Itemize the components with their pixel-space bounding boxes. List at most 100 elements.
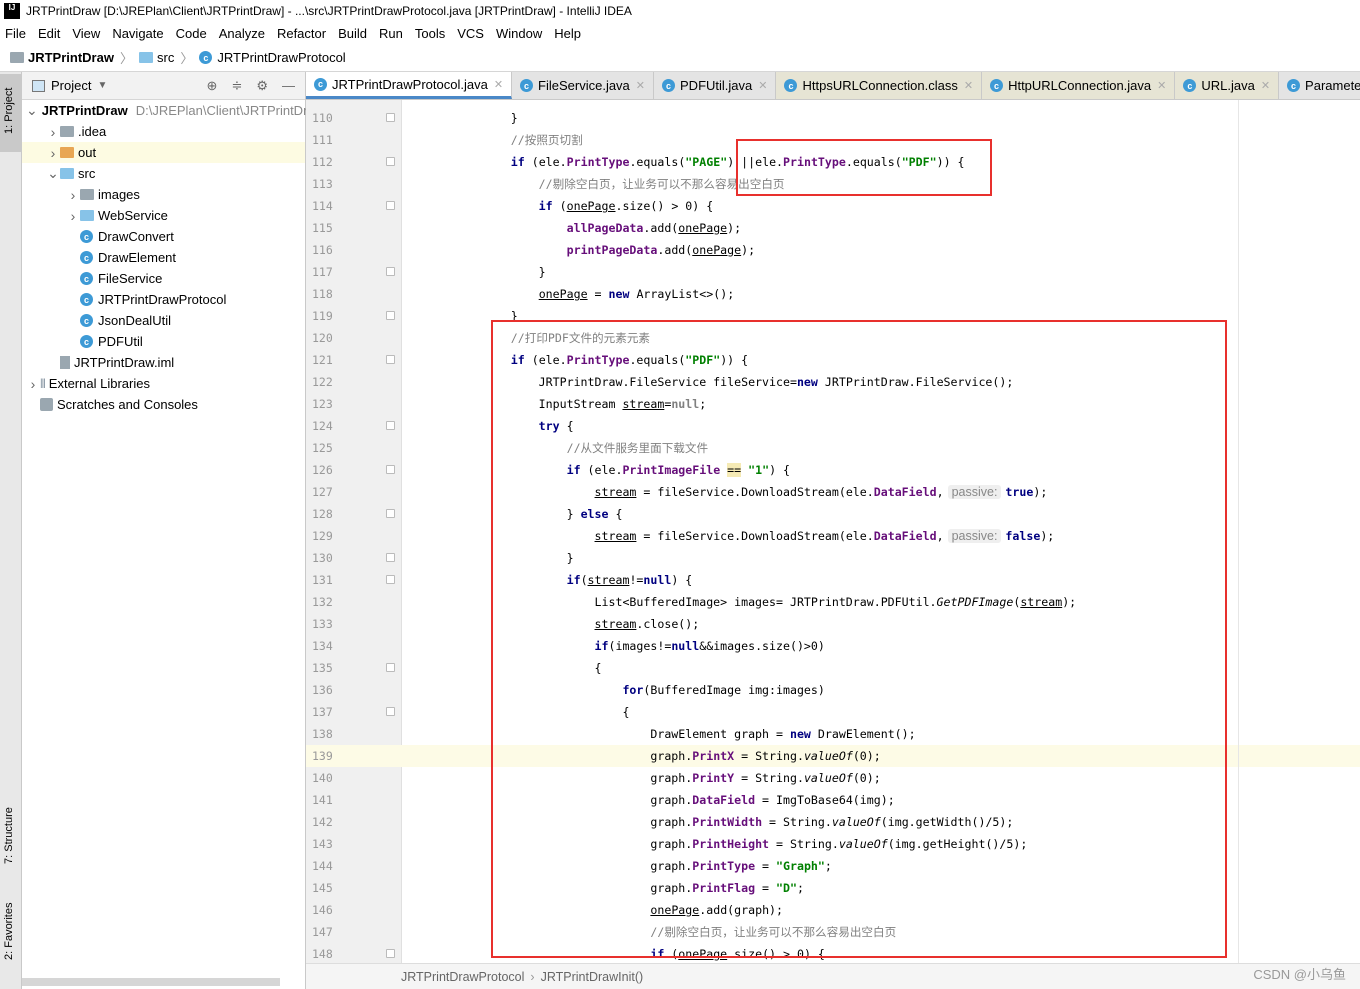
fold-marker-icon[interactable]	[386, 575, 395, 584]
tab-pdfutil-java[interactable]: c PDFUtil.java ✕	[654, 72, 777, 99]
tool-structure-label[interactable]: 7: Structure	[3, 807, 15, 864]
fold-marker-icon[interactable]	[386, 949, 395, 958]
tree-item-label: JRTPrintDraw	[41, 103, 128, 118]
fold-marker-icon[interactable]	[386, 465, 395, 474]
tree-item-label: out	[78, 145, 97, 160]
fold-marker-icon[interactable]	[386, 553, 395, 562]
tree-item-label: .idea	[78, 124, 107, 139]
tab-jrtprintdrawprotocol-java[interactable]: c JRTPrintDrawProtocol.java ✕	[306, 72, 513, 99]
tab-label: HttpsURLConnection.class	[802, 78, 958, 93]
folder-icon	[138, 52, 153, 63]
chevron-right-icon[interactable]: ›	[66, 208, 80, 224]
menu-window[interactable]: Window	[496, 26, 542, 41]
tab-httpurlconnection-java[interactable]: c HttpURLConnection.java ✕	[982, 72, 1176, 99]
hide-icon[interactable]: —	[282, 78, 295, 94]
tab-url-java[interactable]: c URL.java ✕	[1175, 72, 1280, 99]
menu-code[interactable]: Code	[176, 26, 207, 41]
collapse-all-icon[interactable]: ≑	[231, 78, 242, 94]
fold-marker-icon[interactable]	[386, 157, 395, 166]
tab-fileservice-java[interactable]: c FileService.java ✕	[512, 72, 655, 99]
tree-item[interactable]: c DrawElement	[22, 247, 305, 268]
fold-marker-icon[interactable]	[386, 311, 395, 320]
tree-item[interactable]: c FileService	[22, 268, 305, 289]
code-line[interactable]: printPageData.add(onePage);	[402, 239, 1360, 261]
code-line[interactable]: if (onePage.size() > 0) {	[402, 195, 1360, 217]
close-icon[interactable]: ✕	[1261, 79, 1270, 92]
tab-parameters-java[interactable]: c Parameters.java	[1279, 72, 1360, 99]
fold-marker-icon[interactable]	[386, 201, 395, 210]
tree-item[interactable]: ⌄ JRTPrintDraw D:\JREPlan\Client\JRTPrintD…	[22, 100, 324, 121]
fold-marker-icon[interactable]	[386, 509, 395, 518]
tree-item[interactable]: › ||| External Libraries	[22, 373, 305, 394]
line-number: 148	[312, 947, 333, 961]
tree-item[interactable]: ⌄ src	[22, 163, 305, 184]
menu-navigate[interactable]: Navigate	[112, 26, 163, 41]
menu-edit[interactable]: Edit	[38, 26, 60, 41]
chevron-right-icon[interactable]: ›	[26, 376, 40, 392]
fold-marker-icon[interactable]	[386, 113, 395, 122]
folder-icon	[60, 168, 74, 179]
close-icon[interactable]: ✕	[964, 79, 973, 92]
tool-project-label[interactable]: 1: Project	[3, 88, 15, 134]
tree-item[interactable]: c JsonDealUtil	[22, 310, 305, 331]
line-number: 139	[312, 749, 333, 763]
class-icon: c	[990, 79, 1004, 92]
breadcrumb-class[interactable]: JRTPrintDrawProtocol	[401, 970, 524, 984]
breadcrumb-src[interactable]: src	[157, 50, 174, 65]
code-line[interactable]: onePage = new ArrayList<>();	[402, 283, 1360, 305]
code-line[interactable]: allPageData.add(onePage);	[402, 217, 1360, 239]
line-number: 137	[312, 705, 333, 719]
tree-item[interactable]: JRTPrintDraw.iml	[22, 352, 305, 373]
chevron-down-icon[interactable]: ⌄	[46, 165, 60, 182]
fold-marker-icon[interactable]	[386, 267, 395, 276]
tree-item[interactable]: › images	[22, 184, 305, 205]
chevron-right-icon[interactable]: ›	[46, 124, 60, 140]
menu-view[interactable]: View	[72, 26, 100, 41]
chevron-down-icon[interactable]: ⌄	[26, 102, 38, 119]
breadcrumb-method[interactable]: JRTPrintDrawInit()	[541, 970, 644, 984]
project-horizontal-scrollbar[interactable]	[22, 978, 280, 986]
gear-icon[interactable]: ⚙	[256, 78, 268, 94]
library-icon: |||	[40, 378, 46, 389]
tree-item-label: JsonDealUtil	[98, 313, 171, 328]
menu-vcs[interactable]: VCS	[457, 26, 484, 41]
menu-analyze[interactable]: Analyze	[219, 26, 265, 41]
close-icon[interactable]: ✕	[636, 79, 645, 92]
tree-item[interactable]: c PDFUtil	[22, 331, 305, 352]
tab-httpsurlconnection-class[interactable]: c HttpsURLConnection.class ✕	[776, 72, 983, 99]
fold-marker-icon[interactable]	[386, 355, 395, 364]
project-view-selector[interactable]: Project	[51, 78, 91, 93]
fold-marker-icon[interactable]	[386, 663, 395, 672]
line-number: 118	[312, 287, 333, 301]
menu-file[interactable]: File	[5, 26, 26, 41]
code-line[interactable]: }	[402, 107, 1360, 129]
project-folder-icon	[10, 52, 24, 63]
code-line[interactable]: }	[402, 261, 1360, 283]
chevron-right-icon[interactable]: ›	[46, 145, 60, 161]
menu-refactor[interactable]: Refactor	[277, 26, 326, 41]
class-icon: c	[80, 251, 93, 264]
tree-item[interactable]: c DrawConvert	[22, 226, 305, 247]
tree-item[interactable]: Scratches and Consoles	[22, 394, 305, 415]
tree-item[interactable]: › WebService	[22, 205, 305, 226]
tree-item[interactable]: › .idea	[22, 121, 305, 142]
locate-icon[interactable]: ⊕	[207, 78, 218, 94]
comment: //剔除空白页，让业务可以不那么容易出空白页	[427, 177, 785, 191]
chevron-down-icon[interactable]: ▼	[97, 80, 107, 91]
tool-favorites-label[interactable]: 2: Favorites	[3, 903, 15, 960]
close-icon[interactable]: ✕	[494, 78, 503, 91]
chevron-right-icon[interactable]: ›	[66, 187, 80, 203]
breadcrumb-project[interactable]: JRTPrintDraw	[28, 50, 114, 65]
breadcrumb-file[interactable]: JRTPrintDrawProtocol	[217, 50, 345, 65]
fold-marker-icon[interactable]	[386, 707, 395, 716]
menu-build[interactable]: Build	[338, 26, 367, 41]
menu-help[interactable]: Help	[554, 26, 581, 41]
close-icon[interactable]: ✕	[1157, 79, 1166, 92]
menu-tools[interactable]: Tools	[415, 26, 445, 41]
menu-run[interactable]: Run	[379, 26, 403, 41]
fold-marker-icon[interactable]	[386, 421, 395, 430]
tree-item[interactable]: › out	[22, 142, 305, 163]
tree-item[interactable]: c JRTPrintDrawProtocol	[22, 289, 305, 310]
project-panel: Project ▼ ⊕ ≑ ⚙ — ⌄ JRTPrintDraw D:\JREPla…	[22, 72, 324, 989]
close-icon[interactable]: ✕	[758, 79, 767, 92]
